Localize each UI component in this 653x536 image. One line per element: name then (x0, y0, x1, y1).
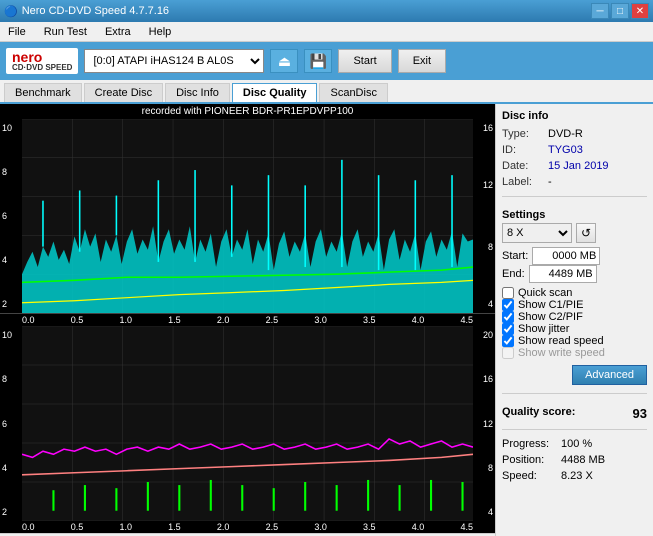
main-content: recorded with PIONEER BDR-PR1EPDVPP100 1… (0, 104, 653, 536)
top-y-axis-left: 10 8 6 4 2 (2, 119, 12, 313)
show-c2pif-checkbox[interactable] (502, 311, 514, 323)
app-logo: nero CD·DVD SPEED (6, 48, 78, 74)
end-input[interactable] (529, 265, 597, 283)
maximize-button[interactable]: □ (611, 3, 629, 19)
show-read-speed-row: Show read speed (502, 335, 647, 347)
start-input[interactable] (532, 247, 600, 265)
chart-title: recorded with PIONEER BDR-PR1EPDVPP100 (0, 104, 495, 119)
divider-2 (502, 393, 647, 394)
advanced-button[interactable]: Advanced (572, 365, 647, 385)
quick-scan-checkbox[interactable] (502, 287, 514, 299)
disc-info-title: Disc info (502, 110, 647, 122)
divider-3 (502, 429, 647, 430)
show-write-speed-row: Show write speed (502, 347, 647, 359)
app-icon: 🔵 (4, 5, 18, 18)
menu-extra[interactable]: Extra (101, 24, 135, 40)
chart-top: 10 8 6 4 2 16 12 8 4 (0, 119, 495, 314)
speed-row: 8 X ↺ (502, 223, 647, 243)
show-c2pif-row: Show C2/PIF (502, 311, 647, 323)
top-y-axis-right: 16 12 8 4 (483, 119, 493, 313)
save-button[interactable]: 💾 (304, 49, 332, 73)
disc-type-row: Type: DVD-R (502, 128, 647, 140)
toolbar: nero CD·DVD SPEED [0:0] ATAPI iHAS124 B … (0, 42, 653, 80)
minimize-button[interactable]: ─ (591, 3, 609, 19)
tab-benchmark[interactable]: Benchmark (4, 83, 82, 102)
disc-date-row: Date: 15 Jan 2019 (502, 160, 647, 172)
show-c1pie-row: Show C1/PIE (502, 299, 647, 311)
tabbar: Benchmark Create Disc Disc Info Disc Qua… (0, 80, 653, 104)
exit-button[interactable]: Exit (398, 49, 446, 73)
bottom-chart-svg (22, 326, 473, 521)
show-read-speed-checkbox[interactable] (502, 335, 514, 347)
chart-area: recorded with PIONEER BDR-PR1EPDVPP100 1… (0, 104, 495, 536)
logo-main: nero (12, 50, 72, 64)
titlebar-controls: ─ □ ✕ (591, 3, 649, 19)
titlebar-title: Nero CD-DVD Speed 4.7.7.16 (18, 5, 591, 17)
show-write-speed-checkbox (502, 347, 514, 359)
show-c1pie-checkbox[interactable] (502, 299, 514, 311)
disc-id-row: ID: TYG03 (502, 144, 647, 156)
menu-file[interactable]: File (4, 24, 30, 40)
bottom-y-axis-left: 10 8 6 4 2 (2, 326, 12, 521)
tab-scan-disc[interactable]: ScanDisc (319, 83, 387, 102)
progress-row: Progress: 100 % (502, 438, 647, 450)
quick-scan-row: Quick scan (502, 287, 647, 299)
tab-disc-quality[interactable]: Disc Quality (232, 83, 318, 102)
top-x-axis: 0.0 0.5 1.0 1.5 2.0 2.5 3.0 3.5 4.0 4.5 (0, 314, 495, 326)
logo-sub: CD·DVD SPEED (12, 64, 72, 72)
end-row: End: (502, 265, 647, 283)
show-jitter-row: Show jitter (502, 323, 647, 335)
settings-title: Settings (502, 209, 647, 221)
speed-select[interactable]: 8 X (502, 223, 572, 243)
speed-row-2: Speed: 8.23 X (502, 470, 647, 482)
bottom-x-axis: 0.0 0.5 1.0 1.5 2.0 2.5 3.0 3.5 4.0 4.5 (0, 521, 495, 533)
menu-help[interactable]: Help (145, 24, 176, 40)
drive-select[interactable]: [0:0] ATAPI iHAS124 B AL0S (84, 49, 264, 73)
menu-run-test[interactable]: Run Test (40, 24, 91, 40)
tab-create-disc[interactable]: Create Disc (84, 83, 163, 102)
position-row: Position: 4488 MB (502, 454, 647, 466)
right-panel: Disc info Type: DVD-R ID: TYG03 Date: 15… (495, 104, 653, 536)
refresh-button[interactable]: ↺ (576, 223, 596, 243)
show-jitter-checkbox[interactable] (502, 323, 514, 335)
menubar: File Run Test Extra Help (0, 22, 653, 42)
top-chart-svg (22, 119, 473, 313)
titlebar: 🔵 Nero CD-DVD Speed 4.7.7.16 ─ □ ✕ (0, 0, 653, 22)
settings-section: Settings 8 X ↺ Start: End: Quick scan (502, 209, 647, 385)
start-button[interactable]: Start (338, 49, 391, 73)
bottom-y-axis-right: 20 16 12 8 4 (483, 326, 493, 521)
start-row: Start: (502, 247, 647, 265)
close-button[interactable]: ✕ (631, 3, 649, 19)
disc-label-row: Label: - (502, 176, 647, 188)
divider-1 (502, 196, 647, 197)
eject-button[interactable]: ⏏ (270, 49, 298, 73)
quality-score-row: Quality score: 93 (502, 406, 647, 421)
tab-disc-info[interactable]: Disc Info (165, 83, 230, 102)
chart-bottom: 10 8 6 4 2 20 16 12 8 4 (0, 326, 495, 521)
